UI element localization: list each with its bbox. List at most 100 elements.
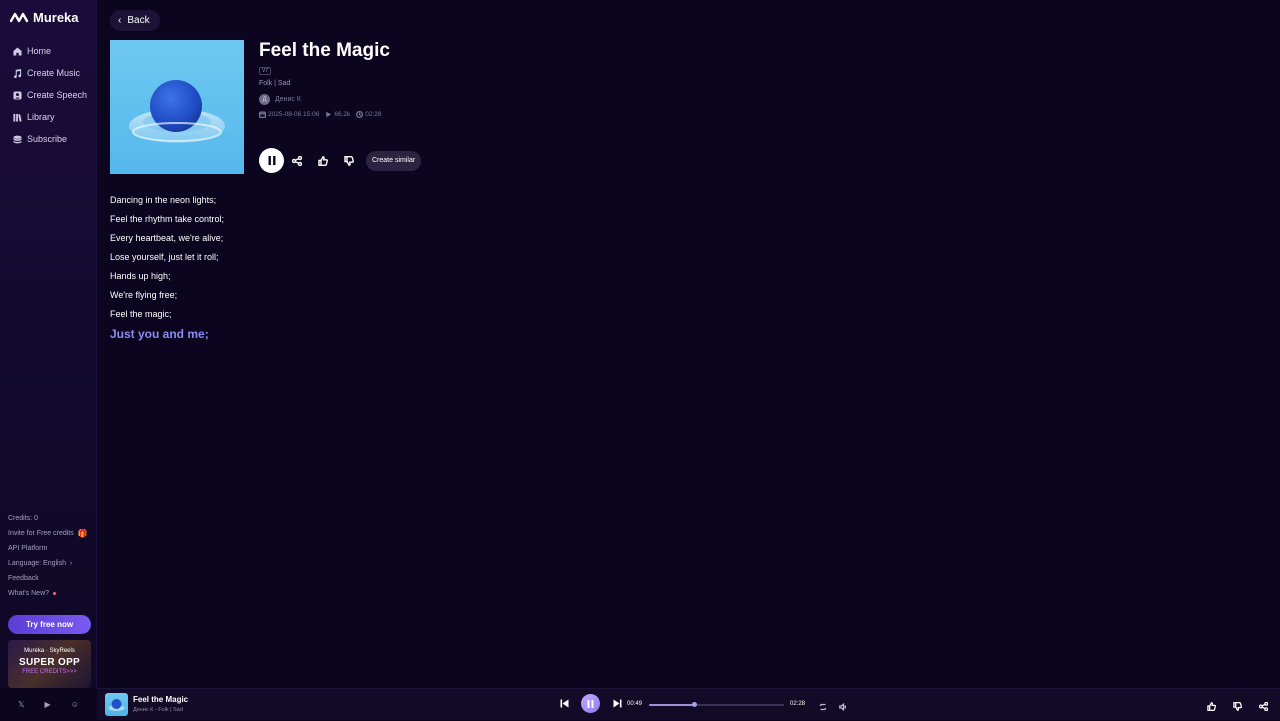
player-bar: Feel the Magic Денис К - Folk | Sad 00:4… — [97, 688, 1280, 720]
pause-button[interactable] — [259, 148, 284, 173]
share-icon — [292, 155, 302, 166]
player-song-subtitle: Денис К - Folk | Sad — [133, 707, 183, 713]
player-cover-art[interactable] — [105, 693, 128, 716]
play-count: 66.2k — [334, 111, 351, 118]
progress-handle[interactable] — [691, 702, 697, 707]
lyric-line[interactable]: We're flying free; — [110, 287, 224, 306]
sidebar-item-label: Create Speech — [27, 90, 88, 100]
dislike-button[interactable] — [336, 148, 362, 173]
song-genre: Folk | Sad — [259, 80, 291, 87]
create-similar-button[interactable]: Create similar — [366, 150, 422, 171]
subscribe-icon — [13, 135, 22, 143]
author-link[interactable]: Д Денис К — [259, 94, 301, 105]
music-note-icon — [14, 68, 22, 78]
credits-label: Credits: 0 — [8, 515, 38, 522]
mureka-logo[interactable]: Mureka — [10, 10, 79, 25]
try-free-button[interactable]: Try free now — [8, 615, 91, 634]
pause-icon — [268, 156, 275, 165]
player-like-button[interactable] — [1206, 699, 1216, 711]
language-label: Language: English — [8, 560, 66, 567]
lyric-line[interactable]: Every heartbeat, we're alive; — [110, 230, 224, 249]
volume-button[interactable] — [838, 699, 848, 712]
chevron-right-icon: › — [70, 560, 73, 567]
home-icon — [13, 46, 22, 56]
sidebar-item-home[interactable]: Home — [8, 40, 92, 62]
x-twitter-icon[interactable]: 𝕏 — [18, 700, 24, 709]
progress-fill — [649, 704, 694, 706]
progress-bar[interactable] — [649, 702, 784, 707]
lyric-line[interactable]: Feel the magic; — [110, 306, 224, 325]
invite-label: Invite for Free credits — [8, 530, 74, 537]
version-badge: V7 — [259, 67, 272, 75]
avatar: Д — [259, 94, 270, 105]
play-count-icon — [326, 111, 332, 118]
previous-button[interactable] — [557, 697, 571, 711]
calendar-icon — [259, 111, 266, 118]
thumbs-up-icon — [318, 155, 328, 166]
like-button[interactable] — [310, 148, 336, 173]
notification-dot-icon — [53, 592, 57, 595]
thumbs-up-icon — [1206, 702, 1216, 711]
feedback-link[interactable]: Feedback — [8, 571, 94, 586]
lyric-line-active[interactable]: Just you and me; — [110, 325, 224, 344]
lyric-line[interactable]: Dancing in the neon lights; — [110, 192, 224, 211]
playback-controls — [557, 694, 624, 713]
player-song-title[interactable]: Feel the Magic — [133, 695, 188, 704]
player-pause-button[interactable] — [581, 694, 600, 713]
feedback-label: Feedback — [8, 575, 39, 582]
total-time: 02:28 — [790, 701, 806, 707]
clock-icon — [356, 111, 364, 118]
discord-icon[interactable]: ☺ — [71, 700, 79, 709]
whats-new-label: What's New? — [8, 590, 50, 597]
app-name: Mureka — [33, 10, 79, 25]
skip-back-icon — [560, 699, 568, 708]
author-name: Денис К — [275, 96, 301, 103]
sidebar-item-subscribe[interactable]: Subscribe — [8, 128, 92, 150]
song-cover-art — [110, 40, 244, 174]
loop-button[interactable] — [818, 699, 828, 711]
language-selector[interactable]: Language: English › — [8, 556, 94, 571]
date-meta: 2025-08-06 15:06 — [259, 111, 319, 118]
mureka-logo-icon — [10, 12, 29, 23]
youtube-icon[interactable]: ▶ — [45, 700, 51, 709]
back-button[interactable]: ‹ Back — [110, 10, 160, 31]
gift-icon: 🎁 — [77, 529, 88, 538]
api-platform-link[interactable]: API Platform — [8, 541, 94, 556]
player-cover-illustration — [108, 699, 125, 711]
loop-icon — [819, 703, 827, 711]
promo-banner[interactable]: Mureka · SkyReels SUPER OPP FREE CREDITS… — [8, 640, 91, 688]
sidebar: Mureka Home Create Music Create Speech L… — [0, 0, 97, 688]
next-button[interactable] — [610, 697, 624, 711]
sidebar-item-library[interactable]: Library — [8, 106, 92, 128]
lyric-line[interactable]: Feel the rhythm take control; — [110, 211, 224, 230]
sidebar-footer-links: Credits: 0 Invite for Free credits 🎁 API… — [8, 511, 94, 601]
pause-icon — [587, 699, 594, 708]
credits-link[interactable]: Credits: 0 — [8, 511, 94, 526]
promo-sub: FREE CREDITS>>> — [22, 669, 77, 675]
player-share-button[interactable] — [1258, 699, 1268, 712]
thumbs-down-icon — [1232, 702, 1242, 711]
sidebar-item-label: Subscribe — [27, 134, 68, 144]
promo-headline: SUPER OPP — [18, 657, 81, 668]
player-dislike-button[interactable] — [1232, 699, 1242, 711]
plays-meta: 66.2k — [325, 111, 350, 118]
lyric-line[interactable]: Lose yourself, just let it roll; — [110, 249, 224, 268]
sidebar-item-create-speech[interactable]: Create Speech — [8, 84, 92, 106]
song-actions: Create similar — [259, 148, 422, 173]
sidebar-item-create-music[interactable]: Create Music — [8, 62, 92, 84]
song-date: 2025-08-06 15:06 — [268, 111, 320, 118]
share-button[interactable] — [284, 148, 310, 173]
whats-new-link[interactable]: What's New? — [8, 586, 94, 601]
cover-illustration — [129, 80, 225, 143]
song-meta: 2025-08-06 15:06 66.2k 02:28 — [259, 111, 382, 118]
sidebar-item-label: Library — [27, 112, 55, 122]
current-time: 00:49 — [627, 701, 643, 707]
social-links: 𝕏 ▶ ☺ — [0, 688, 97, 720]
sidebar-item-label: Home — [27, 46, 52, 56]
invite-link[interactable]: Invite for Free credits 🎁 — [8, 526, 94, 541]
share-icon — [1258, 701, 1268, 712]
skip-forward-icon — [613, 699, 621, 708]
chevron-left-icon: ‹ — [118, 15, 122, 26]
lyric-line[interactable]: Hands up high; — [110, 268, 224, 287]
sidebar-item-label: Create Music — [27, 68, 81, 78]
